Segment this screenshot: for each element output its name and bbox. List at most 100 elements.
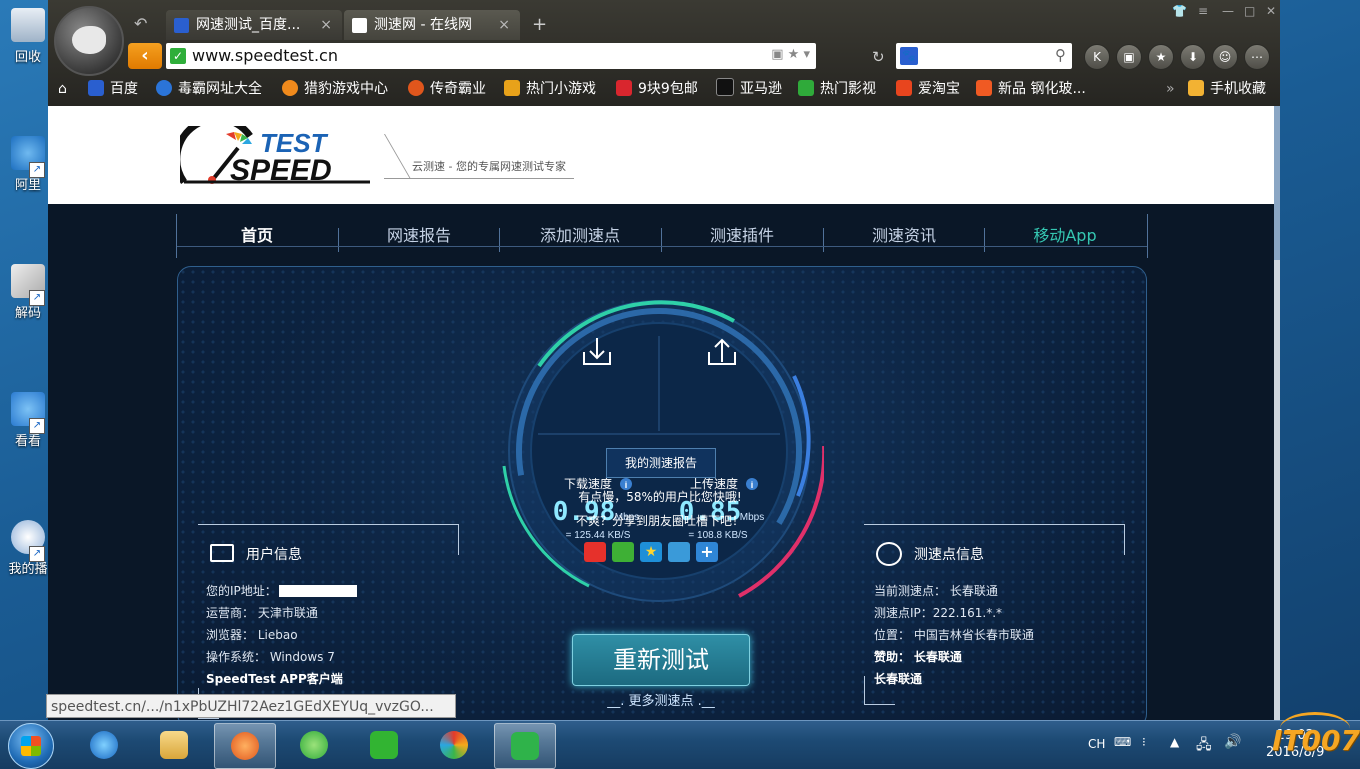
nav-home[interactable]: 首页 xyxy=(177,222,337,246)
taskbar-paint[interactable] xyxy=(424,723,484,767)
bookmark-duba[interactable]: 毒霸网址大全 xyxy=(156,74,262,104)
tencent-weibo-share-icon[interactable] xyxy=(668,542,690,562)
secure-check-icon: ✓ xyxy=(170,48,186,64)
chuanqi-icon xyxy=(408,80,424,96)
taskbar-360-browser[interactable] xyxy=(284,723,344,767)
menu-icon[interactable]: ≡ xyxy=(1198,4,1208,18)
game-icon[interactable]: ☺ xyxy=(1212,44,1238,70)
search-box[interactable]: 🐾 ⚲ xyxy=(896,43,1072,69)
nav-plugin[interactable]: 测速插件 xyxy=(662,222,822,246)
desktop-icon-recycle[interactable]: 回收 xyxy=(2,8,54,65)
more-share-icon[interactable]: + xyxy=(696,542,718,562)
search-icon[interactable]: ⚲ xyxy=(1055,46,1066,64)
start-button[interactable] xyxy=(8,723,54,769)
server-icon xyxy=(876,542,902,566)
status-bar-url: speedtest.cn/.../n1xPbUZHl72Aez1GEdXEYUq… xyxy=(46,694,456,718)
address-url[interactable]: www.speedtest.cn xyxy=(192,43,338,69)
home-icon[interactable]: ⌂ xyxy=(58,74,67,104)
new-tab-icon[interactable]: + xyxy=(532,14,547,35)
retest-button[interactable]: 重新测试 xyxy=(572,634,750,686)
taskbar-ie[interactable] xyxy=(74,723,134,767)
close-tab-icon[interactable]: × xyxy=(498,10,510,40)
tray-expand-icon[interactable]: ▲ xyxy=(1170,735,1179,749)
tab-speedtest[interactable]: 测速网 - 在线网 × xyxy=(344,10,520,40)
input-language[interactable]: CH xyxy=(1088,737,1105,751)
bookmark-new-glass[interactable]: 新品 钢化玻... xyxy=(976,74,1086,104)
nav-add-point[interactable]: 添加测速点 xyxy=(500,222,660,246)
taskbar-iqiyi[interactable] xyxy=(354,723,414,767)
bookmark-label: 毒霸网址大全 xyxy=(178,81,262,97)
bookmark-chuanqi[interactable]: 传奇霸业 xyxy=(408,74,486,104)
taskbar-liebao[interactable] xyxy=(214,723,276,769)
folder-icon xyxy=(1188,80,1204,96)
wechat-share-icon[interactable] xyxy=(612,542,634,562)
taskbar-explorer[interactable] xyxy=(144,723,204,767)
close-tab-icon[interactable]: × xyxy=(320,10,332,40)
site-header: TEST SPEED 云测速 - 您的专属网速测试专家 xyxy=(48,106,1274,204)
desktop-icon-label: 阿里 xyxy=(14,178,41,193)
reload-icon[interactable]: ↻ xyxy=(872,48,885,66)
back-button[interactable]: ‹ xyxy=(128,43,162,69)
desktop-icon-decoder[interactable]: ↗ 解码 xyxy=(2,264,54,321)
speedtest-app-icon xyxy=(511,732,539,760)
bookmark-9kuai9[interactable]: 9块9包邮 xyxy=(616,74,698,104)
nav-report[interactable]: 网速报告 xyxy=(339,222,499,246)
address-tools-icon[interactable]: ▣ ★ ▾ xyxy=(771,47,810,62)
baidu-search-icon[interactable]: 🐾 xyxy=(900,47,918,65)
my-report-button[interactable]: 我的测速报告 xyxy=(606,448,716,478)
download-kbps: = 125.44 KB/S xyxy=(566,530,631,541)
minimize-icon[interactable]: — xyxy=(1222,4,1234,18)
bookmark-movies[interactable]: 热门影视 xyxy=(798,74,876,104)
desktop-icon-player[interactable]: ↗ 我的播 xyxy=(2,520,54,577)
network-icon[interactable]: 🖧 xyxy=(1196,734,1212,758)
bookmark-liebao-games[interactable]: 猎豹游戏中心 xyxy=(282,74,388,104)
weibo-share-icon[interactable] xyxy=(584,542,606,562)
lock-icon[interactable]: ▣ xyxy=(1116,44,1142,70)
maximize-icon[interactable]: □ xyxy=(1244,4,1255,18)
app-client-label: SpeedTest APP客户端 xyxy=(206,672,343,686)
desktop-icon-kankan[interactable]: ↗ 看看 xyxy=(2,392,54,449)
server-location: 位置： 中国吉林省长春市联通 xyxy=(874,628,1034,642)
minigames-icon xyxy=(504,80,520,96)
undo-close-icon[interactable]: ↶ xyxy=(134,14,147,33)
recycle-bin-icon xyxy=(11,8,45,42)
id-card-icon xyxy=(210,544,234,562)
scrollbar-thumb[interactable] xyxy=(1274,106,1280,260)
keyboard-icon[interactable]: ⌨ xyxy=(1114,735,1131,749)
bookmark-taobao[interactable]: 爱淘宝 xyxy=(896,74,960,104)
bookmark-baidu[interactable]: 百度 xyxy=(88,74,138,104)
close-window-icon[interactable]: ✕ xyxy=(1266,4,1276,18)
tab-title: 测速网 - 在线网 xyxy=(374,17,472,33)
server-info-bracket xyxy=(864,524,1125,555)
speedtest-favicon-icon xyxy=(352,18,367,33)
nav-mobile-app[interactable]: 移动App xyxy=(985,222,1145,246)
bookmark-amazon[interactable]: 亚马逊 xyxy=(716,74,782,104)
volume-icon[interactable]: 🔊 xyxy=(1224,734,1241,750)
ie-icon xyxy=(90,731,118,759)
more-bookmarks-icon[interactable]: » xyxy=(1166,74,1175,104)
mobile-favorites[interactable]: 手机收藏 xyxy=(1188,74,1266,104)
more-icon[interactable]: ⋯ xyxy=(1244,44,1270,70)
app-client-link[interactable]: SpeedTest APP客户端 xyxy=(206,670,343,687)
ime-icon[interactable]: ⁝ xyxy=(1142,735,1146,749)
desktop-icon-ali[interactable]: ↗ 阿里 xyxy=(2,136,54,193)
page-scrollbar[interactable] xyxy=(1274,106,1280,720)
more-test-points-link[interactable]: __. 更多测速点 .__ xyxy=(596,690,726,709)
skin-icon[interactable]: 👕 xyxy=(1172,4,1187,18)
sponsor-value[interactable]: 长春联通 xyxy=(914,650,962,664)
download-icon[interactable]: ⬇ xyxy=(1180,44,1206,70)
tab-baidu[interactable]: 网速测试_百度... × xyxy=(166,10,342,40)
user-ip-label: 您的IP地址： xyxy=(206,584,277,598)
k-icon[interactable]: K xyxy=(1084,44,1110,70)
qzone-share-icon[interactable]: ★ xyxy=(640,542,662,562)
user-os: 操作系统： Windows 7 xyxy=(206,650,335,664)
favorite-icon[interactable]: ★ xyxy=(1148,44,1174,70)
taskbar-speedtest-app[interactable] xyxy=(494,723,556,769)
sponsor-label: 赞助： xyxy=(874,650,911,664)
paint-icon xyxy=(440,731,468,759)
bookmark-minigames[interactable]: 热门小游戏 xyxy=(504,74,596,104)
upload-kbps: = 108.8 KB/S xyxy=(688,530,748,541)
nav-news[interactable]: 测速资讯 xyxy=(824,222,984,246)
address-bar[interactable]: ✓ www.speedtest.cn ▣ ★ ▾ xyxy=(166,43,816,69)
speedtest-logo[interactable]: TEST SPEED xyxy=(180,126,380,188)
